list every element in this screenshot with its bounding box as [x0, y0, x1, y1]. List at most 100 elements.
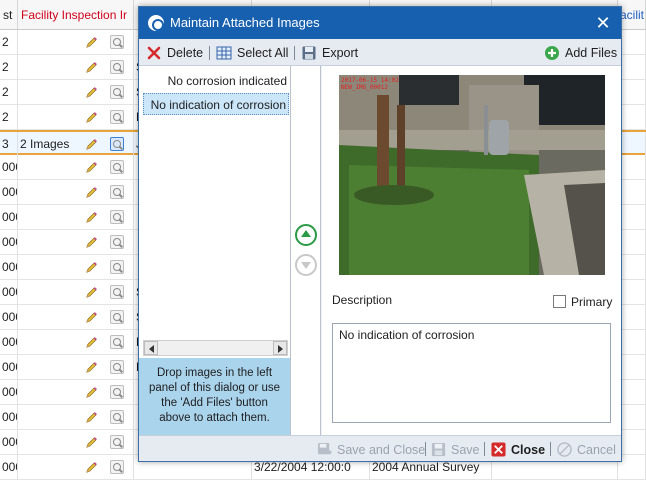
table-cell[interactable]: 2: [0, 105, 18, 129]
table-cell[interactable]: 000: [0, 280, 18, 304]
edit-pencil-icon[interactable]: [85, 236, 98, 249]
export-disk-icon: [302, 46, 316, 60]
view-magnifier-icon[interactable]: [110, 260, 124, 274]
table-cell[interactable]: 000: [0, 155, 18, 179]
view-magnifier-icon[interactable]: [110, 460, 124, 474]
table-cell[interactable]: [618, 155, 646, 179]
edit-pencil-icon[interactable]: [85, 36, 98, 49]
table-cell[interactable]: [618, 230, 646, 254]
close-icon[interactable]: ✕: [593, 12, 613, 34]
delete-button[interactable]: Delete: [146, 43, 206, 63]
table-cell[interactable]: 000: [0, 380, 18, 404]
table-cell[interactable]: 000: [0, 455, 18, 479]
edit-pencil-icon[interactable]: [85, 211, 98, 224]
view-magnifier-icon[interactable]: [110, 160, 124, 174]
save-and-close-button[interactable]: Save and Close: [317, 441, 425, 459]
view-magnifier-icon[interactable]: [110, 85, 124, 99]
table-cell[interactable]: [618, 305, 646, 329]
edit-pencil-icon[interactable]: [85, 261, 98, 274]
horizontal-scrollbar[interactable]: [143, 340, 288, 356]
grid-header-status[interactable]: st: [0, 0, 18, 30]
app-icon: [148, 15, 164, 31]
edit-pencil-icon[interactable]: [85, 286, 98, 299]
table-cell[interactable]: [618, 105, 646, 129]
add-files-button[interactable]: Add Files: [544, 43, 619, 63]
table-cell[interactable]: 2: [0, 80, 18, 104]
table-cell[interactable]: 000: [0, 305, 18, 329]
view-magnifier-icon[interactable]: [110, 210, 124, 224]
view-magnifier-icon[interactable]: [110, 285, 124, 299]
edit-pencil-icon[interactable]: [85, 61, 98, 74]
table-cell[interactable]: 2: [0, 30, 18, 54]
table-cell[interactable]: [618, 30, 646, 54]
view-magnifier-icon[interactable]: [110, 185, 124, 199]
edit-pencil-icon[interactable]: [85, 436, 98, 449]
view-magnifier-icon[interactable]: [110, 410, 124, 424]
export-button[interactable]: Export: [301, 43, 361, 63]
table-cell[interactable]: 000: [0, 255, 18, 279]
table-cell[interactable]: [618, 430, 646, 454]
view-magnifier-icon[interactable]: [110, 435, 124, 449]
view-magnifier-icon[interactable]: [110, 335, 124, 349]
scroll-left-icon[interactable]: [144, 341, 158, 355]
checkbox-box[interactable]: [553, 295, 566, 308]
cancel-button[interactable]: Cancel: [557, 441, 619, 459]
table-cell[interactable]: 000: [0, 180, 18, 204]
dialog-titlebar[interactable]: Maintain Attached Images ✕: [139, 7, 621, 39]
edit-pencil-icon[interactable]: [85, 461, 98, 474]
select-all-button[interactable]: Select All: [216, 43, 291, 63]
move-up-icon[interactable]: [295, 224, 317, 246]
edit-pencil-icon[interactable]: [85, 111, 98, 124]
edit-pencil-icon[interactable]: [85, 361, 98, 374]
save-button[interactable]: Save: [431, 441, 481, 459]
edit-pencil-icon[interactable]: [85, 311, 98, 324]
table-cell[interactable]: [618, 280, 646, 304]
table-cell[interactable]: [618, 132, 646, 156]
move-down-icon[interactable]: [295, 254, 317, 276]
table-cell[interactable]: [618, 380, 646, 404]
drop-hint[interactable]: Drop images in the left panel of this di…: [139, 358, 290, 435]
edit-pencil-icon[interactable]: [85, 386, 98, 399]
edit-pencil-icon[interactable]: [85, 86, 98, 99]
table-cell[interactable]: 3: [0, 132, 18, 156]
view-magnifier-icon[interactable]: [110, 360, 124, 374]
image-list-item[interactable]: No corrosion indicated: [143, 70, 289, 92]
table-cell[interactable]: [618, 55, 646, 79]
view-magnifier-icon[interactable]: [110, 137, 124, 151]
table-cell[interactable]: [618, 255, 646, 279]
grid-header-facility[interactable]: acilit: [618, 0, 646, 30]
table-cell[interactable]: [618, 180, 646, 204]
image-list-item-selected[interactable]: No indication of corrosion: [143, 93, 289, 115]
view-magnifier-icon[interactable]: [110, 235, 124, 249]
view-magnifier-icon[interactable]: [110, 35, 124, 49]
edit-pencil-icon[interactable]: [85, 411, 98, 424]
grid-header-facility-inspection[interactable]: Facility Inspection Ir: [18, 0, 134, 30]
attached-images-list-panel[interactable]: No corrosion indicated No indication of …: [139, 66, 291, 435]
table-cell[interactable]: [618, 405, 646, 429]
edit-pencil-icon[interactable]: [85, 336, 98, 349]
scroll-right-icon[interactable]: [273, 341, 287, 355]
edit-pencil-icon[interactable]: [85, 186, 98, 199]
view-magnifier-icon[interactable]: [110, 310, 124, 324]
table-cell[interactable]: 000: [0, 230, 18, 254]
edit-pencil-icon[interactable]: [85, 138, 98, 151]
table-cell[interactable]: 2: [0, 55, 18, 79]
save-and-close-label: Save and Close: [337, 443, 426, 457]
table-cell[interactable]: 000: [0, 355, 18, 379]
table-cell[interactable]: [618, 205, 646, 229]
table-cell[interactable]: [618, 355, 646, 379]
view-magnifier-icon[interactable]: [110, 110, 124, 124]
table-cell[interactable]: [618, 80, 646, 104]
description-textarea[interactable]: No indication of corrosion: [332, 323, 611, 423]
table-cell[interactable]: 000: [0, 430, 18, 454]
view-magnifier-icon[interactable]: [110, 60, 124, 74]
edit-pencil-icon[interactable]: [85, 161, 98, 174]
table-cell[interactable]: 000: [0, 330, 18, 354]
table-cell[interactable]: [618, 330, 646, 354]
table-cell[interactable]: 000: [0, 205, 18, 229]
toolbar-divider: [209, 46, 210, 60]
table-cell[interactable]: [618, 455, 646, 479]
table-cell[interactable]: 000: [0, 405, 18, 429]
view-magnifier-icon[interactable]: [110, 385, 124, 399]
close-button[interactable]: Close: [491, 441, 547, 459]
